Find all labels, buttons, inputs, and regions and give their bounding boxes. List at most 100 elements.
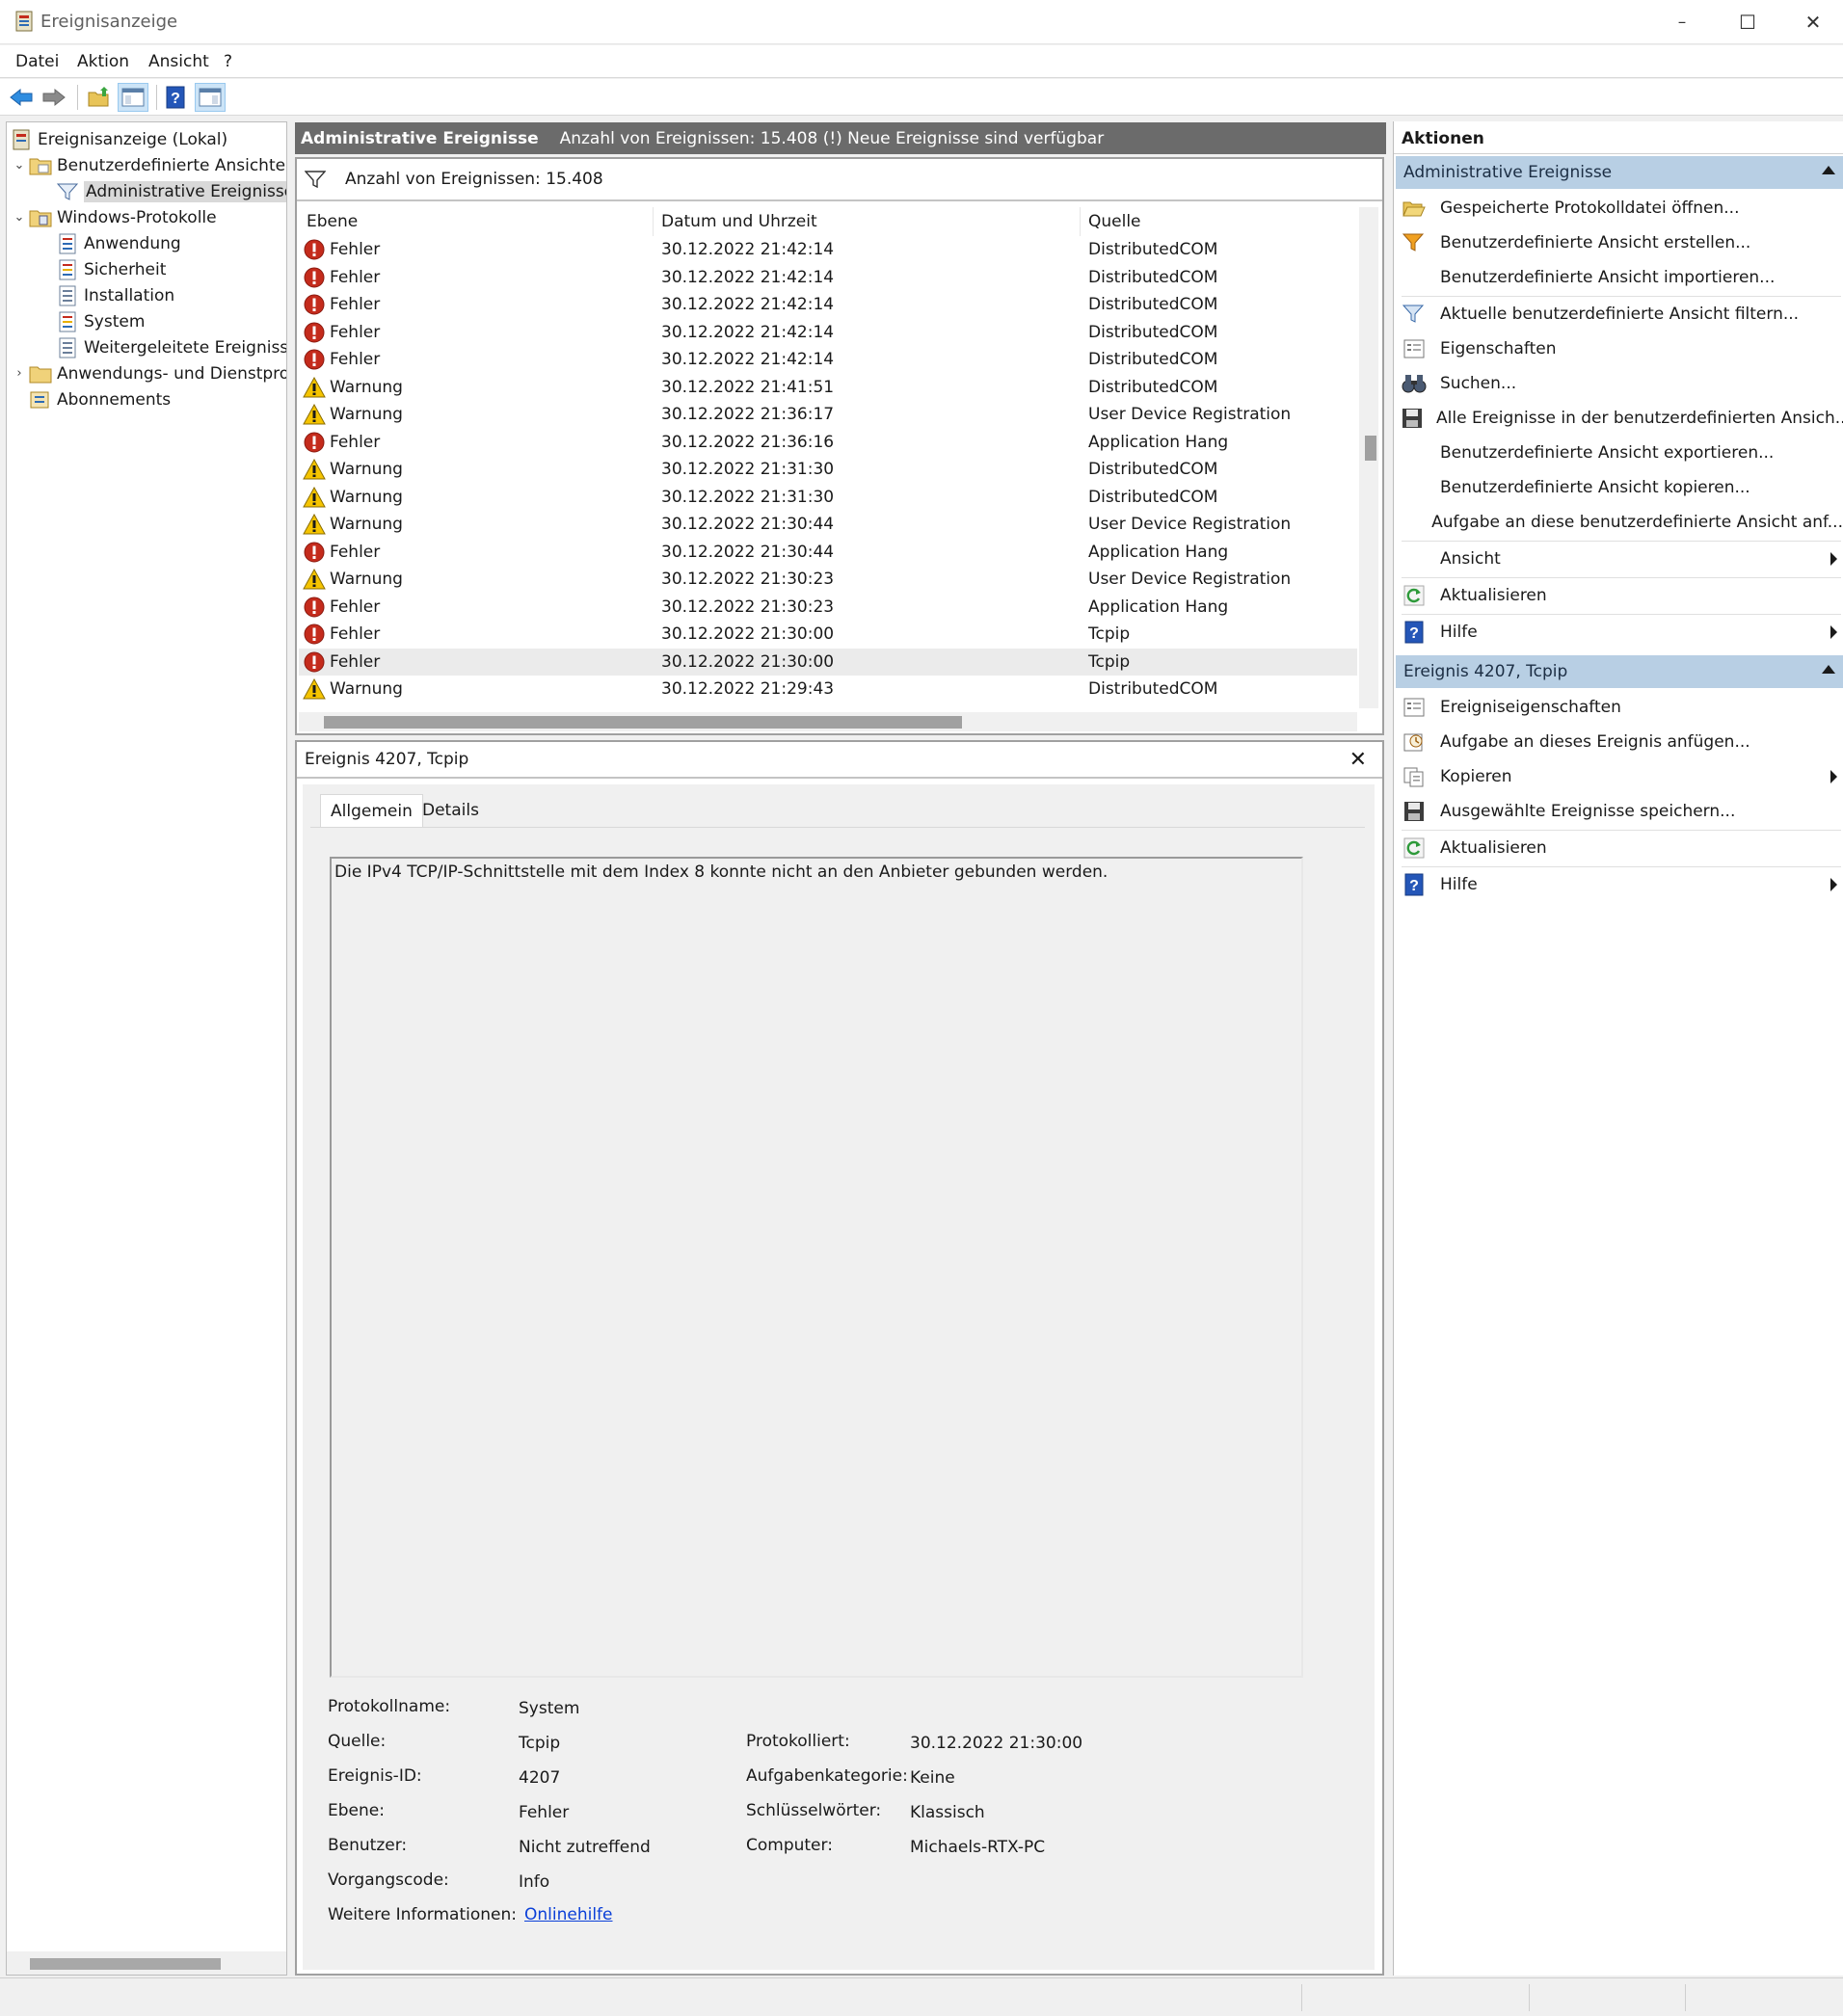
cell-date: 30.12.2022 21:42:14 — [661, 240, 835, 260]
tree-node-app-services[interactable]: › Anwendungs- und Dienstprotokolle — [11, 360, 286, 386]
action-item[interactable]: Aktuelle benutzerdefinierte Ansicht filt… — [1394, 297, 1843, 332]
table-row[interactable]: Warnung 30.12.2022 21:41:51 DistributedCOM — [299, 374, 1357, 402]
tree-node-application[interactable]: Anwendung — [55, 230, 181, 256]
cell-source: DistributedCOM — [1088, 295, 1218, 315]
action-item[interactable]: Benutzerdefinierte Ansicht erstellen... — [1394, 225, 1843, 260]
cell-source: Tcpip — [1088, 651, 1131, 672]
tree-node-subscriptions[interactable]: Abonnements — [28, 386, 171, 412]
event-description[interactable]: Die IPv4 TCP/IP-Schnittstelle mit dem In… — [330, 857, 1303, 1678]
table-row[interactable]: Warnung 30.12.2022 21:36:17 User Device Re… — [299, 401, 1357, 429]
scrollbar-thumb[interactable] — [30, 1958, 221, 1970]
label-keywords: Schlüsselwörter: — [746, 1801, 882, 1820]
action-item[interactable]: Ausgewählte Ereignisse speichern... — [1394, 794, 1843, 829]
menu-datei[interactable]: Datei — [15, 52, 59, 71]
show-hide-tree-button[interactable] — [118, 83, 148, 112]
cell-level: Fehler — [303, 621, 380, 649]
table-row[interactable]: Fehler 30.12.2022 21:42:14 DistributedCOM — [299, 236, 1357, 264]
value-user: Nicht zutreffend — [519, 1838, 651, 1857]
level-text: Warnung — [330, 679, 403, 700]
menu-help[interactable]: ? — [224, 52, 232, 71]
tab-details[interactable]: Details — [413, 794, 489, 827]
close-detail-button[interactable]: ✕ — [1349, 748, 1367, 772]
action-item[interactable]: Aktualisieren — [1394, 578, 1843, 613]
tree-node-forwarded-events[interactable]: Weitergeleitete Ereignisse — [55, 334, 286, 360]
table-row[interactable]: Fehler 30.12.2022 21:42:14 DistributedCOM — [299, 291, 1357, 319]
column-header-source[interactable]: Quelle — [1081, 207, 1357, 236]
tree-node-admin-events[interactable]: Administrative Ereignisse — [55, 178, 286, 204]
action-item[interactable]: Ereigniseigenschaften — [1394, 690, 1843, 725]
menu-aktion[interactable]: Aktion — [77, 52, 129, 71]
table-row[interactable]: Fehler 30.12.2022 21:42:14 DistributedCOM — [299, 346, 1357, 374]
cell-source: Application Hang — [1088, 597, 1229, 617]
table-row[interactable]: Fehler 30.12.2022 21:30:44 Application Han… — [299, 539, 1357, 567]
scrollbar-thumb[interactable] — [324, 716, 962, 729]
scrollbar-thumb[interactable] — [1365, 436, 1376, 461]
actions-section-admin-events[interactable]: Administrative Ereignisse — [1396, 156, 1843, 189]
action-item[interactable]: Benutzerdefinierte Ansicht importieren..… — [1394, 260, 1843, 295]
table-row[interactable]: Fehler 30.12.2022 21:36:16 Application Han… — [299, 429, 1357, 457]
action-item[interactable]: Alle Ereignisse in der benutzerdefiniert… — [1394, 401, 1843, 436]
events-vertical-scrollbar[interactable] — [1359, 207, 1378, 708]
action-item[interactable]: Kopieren — [1394, 759, 1843, 794]
value-log-name: System — [519, 1699, 580, 1718]
table-row[interactable]: Fehler 30.12.2022 21:30:00 Tcpip — [299, 621, 1357, 649]
chevron-down-icon[interactable]: ⌄ — [11, 210, 28, 225]
online-help-link[interactable]: Onlinehilfe — [524, 1905, 613, 1924]
collapse-icon[interactable] — [1822, 166, 1835, 174]
table-row[interactable]: Fehler 30.12.2022 21:42:14 DistributedCOM — [299, 319, 1357, 347]
column-header-level[interactable]: Ebene — [299, 207, 654, 236]
tree-node-installation[interactable]: Installation — [55, 282, 174, 308]
action-item[interactable]: Suchen... — [1394, 366, 1843, 401]
action-item[interactable]: ? Hilfe — [1394, 867, 1843, 902]
tree-node-root[interactable]: Ereignisanzeige (Lokal) — [9, 126, 227, 152]
forward-button[interactable] — [39, 83, 69, 112]
table-row[interactable]: Warnung 30.12.2022 21:30:44 User Device Re… — [299, 511, 1357, 539]
general-tab-panel: Die IPv4 TCP/IP-Schnittstelle mit dem In… — [310, 827, 1365, 1964]
error-icon — [303, 266, 326, 289]
table-row[interactable]: Fehler 30.12.2022 21:30:23 Application Han… — [299, 594, 1357, 622]
level-text: Fehler — [330, 322, 381, 342]
error-icon — [303, 596, 326, 619]
tree-node-custom-views[interactable]: ⌄ Benutzerdefinierte Ansichten — [11, 152, 286, 178]
show-hide-action-pane-button[interactable] — [195, 83, 226, 112]
chevron-right-icon[interactable]: › — [11, 366, 28, 381]
table-row[interactable]: Warnung 30.12.2022 21:31:30 DistributedCOM — [299, 456, 1357, 484]
detail-content: Allgemein Details Die IPv4 TCP/IP-Schnit… — [303, 784, 1375, 1970]
tab-general[interactable]: Allgemein — [320, 794, 423, 827]
tree-node-windows-logs[interactable]: ⌄ Windows-Protokolle — [11, 204, 217, 230]
column-header-date[interactable]: Datum und Uhrzeit — [654, 207, 1081, 236]
action-item[interactable]: Aktualisieren — [1394, 831, 1843, 865]
submenu-arrow-icon — [1830, 625, 1837, 639]
minimize-button[interactable]: – — [1648, 0, 1716, 44]
actions-section-event[interactable]: Ereignis 4207, Tcpip — [1396, 655, 1843, 688]
action-item[interactable]: Ansicht — [1394, 542, 1843, 576]
action-item[interactable]: Aufgabe an diese benutzerdefinierte Ansi… — [1394, 505, 1843, 540]
collapse-icon[interactable] — [1822, 665, 1835, 674]
action-item[interactable]: Benutzerdefinierte Ansicht exportieren..… — [1394, 436, 1843, 470]
back-button[interactable] — [6, 83, 37, 112]
table-row[interactable]: Warnung 30.12.2022 21:30:23 User Device Re… — [299, 566, 1357, 594]
action-label: Aktualisieren — [1440, 838, 1547, 858]
action-item[interactable]: Benutzerdefinierte Ansicht kopieren... — [1394, 470, 1843, 505]
action-item[interactable]: Eigenschaften — [1394, 332, 1843, 366]
chevron-down-icon[interactable]: ⌄ — [11, 158, 28, 172]
action-item[interactable]: ? Hilfe — [1394, 615, 1843, 650]
menu-ansicht[interactable]: Ansicht — [148, 52, 209, 71]
tree-horizontal-scrollbar[interactable] — [7, 1951, 286, 1975]
properties-icon — [1402, 336, 1427, 361]
table-row[interactable]: Warnung 30.12.2022 21:31:30 DistributedCOM — [299, 484, 1357, 512]
cell-source: DistributedCOM — [1088, 267, 1218, 287]
maximize-button[interactable]: ☐ — [1714, 0, 1781, 44]
table-row[interactable]: Warnung 30.12.2022 21:29:43 DistributedCOM — [299, 676, 1357, 703]
close-window-button[interactable]: ✕ — [1779, 0, 1843, 44]
tree-node-security[interactable]: Sicherheit — [55, 256, 166, 282]
table-row[interactable]: Fehler 30.12.2022 21:42:14 DistributedCOM — [299, 264, 1357, 292]
tree-node-label: Anwendung — [84, 233, 181, 253]
action-item[interactable]: Gespeicherte Protokolldatei öffnen... — [1394, 191, 1843, 225]
help-toolbar-button[interactable]: ? — [160, 83, 191, 112]
up-folder-button[interactable] — [83, 83, 114, 112]
events-horizontal-scrollbar[interactable] — [299, 712, 1357, 731]
tree-node-system[interactable]: System — [55, 308, 145, 334]
action-item[interactable]: Aufgabe an dieses Ereignis anfügen... — [1394, 725, 1843, 759]
table-row[interactable]: Fehler 30.12.2022 21:30:00 Tcpip — [299, 648, 1357, 676]
